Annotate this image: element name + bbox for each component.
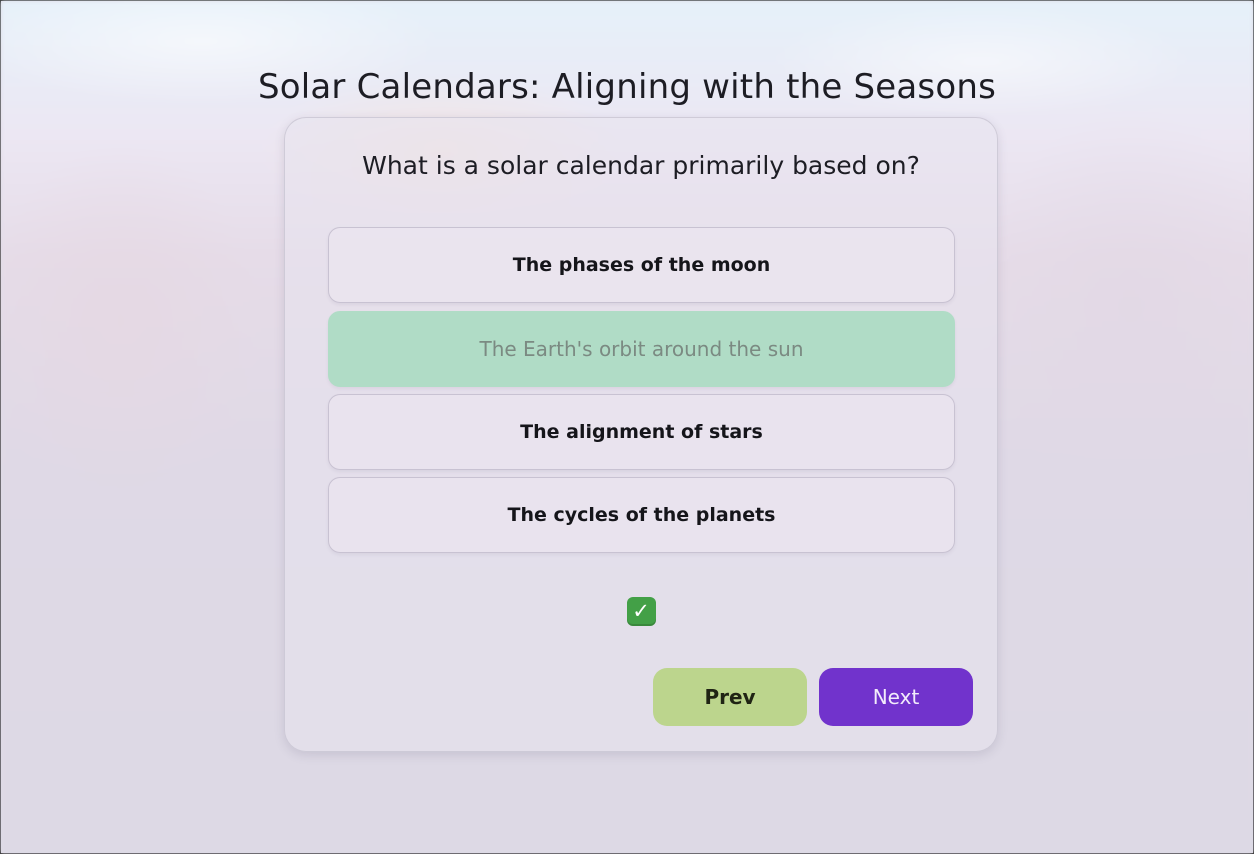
next-button[interactable]: Next [819,668,973,726]
answer-option-3[interactable]: The alignment of stars [328,394,955,470]
page-title: Solar Calendars: Aligning with the Seaso… [257,67,997,107]
answer-feedback: ✓ [285,597,997,626]
answer-option-1[interactable]: The phases of the moon [328,227,955,303]
quiz-card: What is a solar calendar primarily based… [284,117,998,752]
check-mark-icon: ✓ [626,597,656,626]
answer-option-2-correct[interactable]: The Earth's orbit around the sun [328,311,955,387]
answer-option-4[interactable]: The cycles of the planets [328,477,955,553]
prev-button[interactable]: Prev [653,668,807,726]
question-text: What is a solar calendar primarily based… [362,151,920,180]
